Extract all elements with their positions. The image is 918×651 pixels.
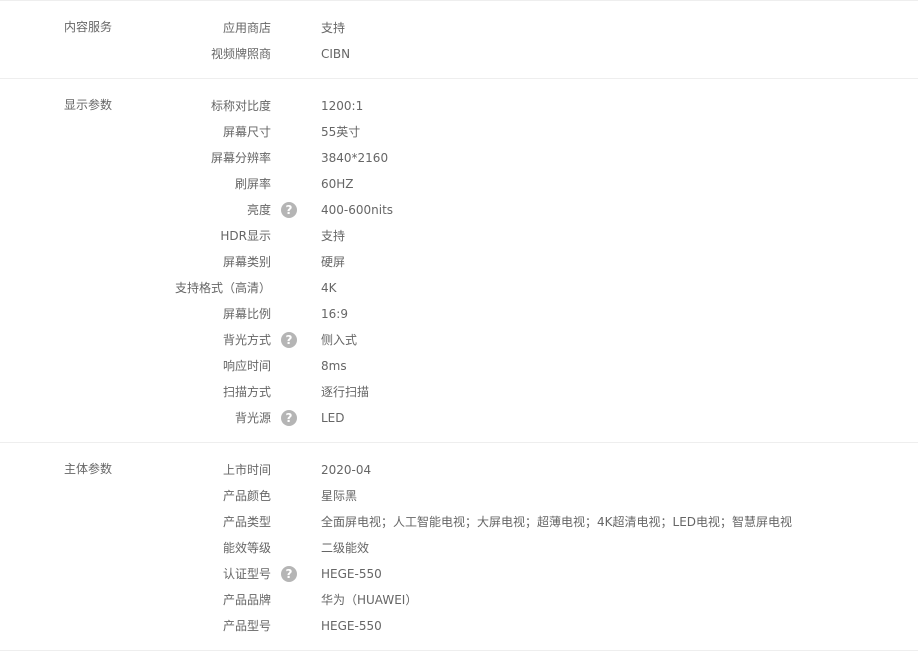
param-name: 刷屏率: [234, 177, 271, 191]
spec-row: 响应时间 8ms: [0, 353, 918, 379]
param-value: 支持: [321, 229, 346, 243]
param-value: CIBN: [321, 47, 351, 61]
spec-row: 应用商店 支持: [0, 15, 918, 41]
param-value: LED: [321, 411, 345, 425]
question-circle-icon[interactable]: ?: [281, 202, 297, 218]
spec-row: 背光源? LED: [0, 405, 918, 431]
question-circle-icon[interactable]: ?: [281, 566, 297, 582]
param-name: 扫描方式: [222, 385, 271, 399]
question-circle-icon[interactable]: ?: [281, 410, 297, 426]
spec-row: 产品类型 全面屏电视；人工智能电视；大屏电视；超薄电视；4K超清电视；LED电视；…: [0, 509, 918, 535]
param-name: 背光源: [234, 411, 271, 425]
param-value: 4K: [321, 281, 337, 295]
spec-row: 上市时间 2020-04: [0, 457, 918, 483]
param-name: 响应时间: [222, 359, 271, 373]
spec-table: 内容服务 应用商店 支持 视频牌照商 CIBN 显示参数 标称对比度 1200:1 屏幕尺寸 55…: [0, 0, 918, 651]
spec-row: 刷屏率 60HZ: [0, 171, 918, 197]
param-value: 硬屏: [321, 255, 346, 269]
param-name: 支持格式（高清）: [174, 281, 271, 295]
param-name: 上市时间: [222, 463, 271, 477]
param-name: 产品型号: [222, 619, 271, 633]
param-name: 屏幕尺寸: [222, 125, 271, 139]
param-value: 支持: [321, 21, 346, 35]
param-value: 侧入式: [321, 333, 358, 347]
spec-row: 屏幕类别 硬屏: [0, 249, 918, 275]
param-name: 标称对比度: [210, 99, 271, 113]
spec-row: 产品型号 HEGE-550: [0, 613, 918, 639]
param-value: 3840*2160: [321, 151, 389, 165]
param-value: 1200:1: [321, 99, 364, 113]
param-name: 亮度: [246, 203, 271, 217]
param-value: 55英寸: [321, 125, 361, 139]
param-name: 视频牌照商: [210, 47, 271, 61]
spec-row: 背光方式? 侧入式: [0, 327, 918, 353]
param-name: 能效等级: [222, 541, 271, 555]
param-value: 华为（HUAWEI）: [321, 593, 418, 607]
param-name: 产品品牌: [222, 593, 271, 607]
spec-row: 屏幕尺寸 55英寸: [0, 119, 918, 145]
param-value: 8ms: [321, 359, 347, 373]
param-value: 星际黑: [321, 489, 358, 503]
spec-row: 屏幕分辨率 3840*2160: [0, 145, 918, 171]
param-value: 2020-04: [321, 463, 372, 477]
spec-row: 支持格式（高清） 4K: [0, 275, 918, 301]
spec-group: 显示参数 标称对比度 1200:1 屏幕尺寸 55英寸 屏幕分辨率 3840*2160 刷屏率…: [0, 78, 918, 442]
param-value: HEGE-550: [321, 567, 382, 581]
spec-row: 视频牌照商 CIBN: [0, 41, 918, 67]
param-value: 400-600nits: [321, 203, 394, 217]
param-name: 屏幕分辨率: [210, 151, 271, 165]
param-name: 背光方式: [222, 333, 271, 347]
param-name: 屏幕类别: [222, 255, 271, 269]
param-value: 全面屏电视；人工智能电视；大屏电视；超薄电视；4K超清电视；LED电视；智慧屏电…: [321, 515, 793, 529]
param-value: 二级能效: [321, 541, 370, 555]
param-name: 产品类型: [222, 515, 271, 529]
spec-row: 产品品牌 华为（HUAWEI）: [0, 587, 918, 613]
spec-row: 亮度? 400-600nits: [0, 197, 918, 223]
param-value: 60HZ: [321, 177, 354, 191]
question-circle-icon[interactable]: ?: [281, 332, 297, 348]
spec-group: 主体参数 上市时间 2020-04 产品颜色 星际黑 产品类型 全面屏电视；人工智能电视；大…: [0, 442, 918, 651]
param-value: HEGE-550: [321, 619, 382, 633]
param-name: 应用商店: [222, 21, 271, 35]
spec-row: 标称对比度 1200:1: [0, 93, 918, 119]
spec-row: 屏幕比例 16:9: [0, 301, 918, 327]
spec-group: 内容服务 应用商店 支持 视频牌照商 CIBN: [0, 0, 918, 78]
spec-row: 扫描方式 逐行扫描: [0, 379, 918, 405]
param-name: 屏幕比例: [222, 307, 271, 321]
spec-row: HDR显示 支持: [0, 223, 918, 249]
spec-row: 产品颜色 星际黑: [0, 483, 918, 509]
spec-row: 认证型号? HEGE-550: [0, 561, 918, 587]
param-name: 认证型号: [222, 567, 271, 581]
param-name: HDR显示: [220, 229, 271, 243]
spec-row: 能效等级 二级能效: [0, 535, 918, 561]
param-value: 16:9: [321, 307, 348, 321]
param-name: 产品颜色: [222, 489, 271, 503]
param-value: 逐行扫描: [321, 385, 370, 399]
